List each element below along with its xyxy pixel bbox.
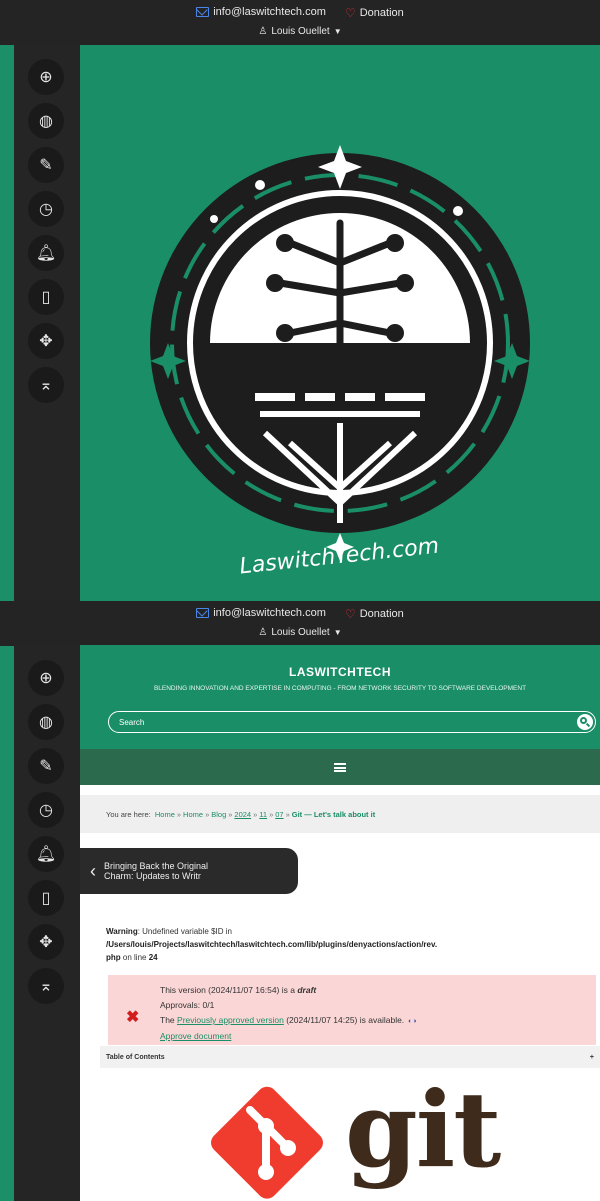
search-input[interactable] xyxy=(109,712,539,733)
user-icon: ♙ xyxy=(258,627,268,638)
previous-version-link[interactable]: Previously approved version xyxy=(177,1015,284,1025)
top-utility-bar-2: info@laswitchtech.com ♡ Donation ♙ Louis… xyxy=(0,601,600,646)
git-wordmark: git xyxy=(345,1068,501,1191)
breadcrumb-item[interactable]: 07 xyxy=(275,810,283,819)
laswitchtech-logo: LaswitchTech.com xyxy=(150,145,530,579)
site-header: LASWITCHTECH BLENDING INNOVATION AND EXP… xyxy=(80,645,600,785)
table-of-contents[interactable]: Table of Contents + xyxy=(100,1046,600,1068)
sidebar: ⊕ ◍ ✎ ◷ 🔔︎ ▯ ✥ ⌅ xyxy=(0,45,80,601)
sidebar-buttons: ⊕ ◍ ✎ ◷ 🔔︎ ▯ ✥ ⌅ xyxy=(28,660,64,1012)
edit-icon[interactable]: ✎ xyxy=(28,147,64,183)
php-warning: Warning: Undefined variable $ID in /User… xyxy=(106,927,438,962)
move-icon[interactable]: ✥ xyxy=(28,323,64,359)
heart-icon: ♡ xyxy=(344,607,356,621)
user-menu[interactable]: ♙ Louis Ouellet ▼ xyxy=(258,627,341,638)
globe-icon[interactable]: ◍ xyxy=(28,704,64,740)
back-to-top-icon[interactable]: ⌅ xyxy=(28,367,64,403)
sidebar-buttons: ⊕ ◍ ✎ ◷ 🔔︎ ▯ ✥ ⌅ xyxy=(28,59,64,411)
breadcrumb-current: Git — Let's talk about it xyxy=(291,809,376,819)
breadcrumb-item[interactable]: Blog xyxy=(211,810,226,819)
pdf-icon[interactable]: ▯ xyxy=(28,880,64,916)
search-icon[interactable] xyxy=(577,714,593,730)
globe-icon[interactable]: ◍ xyxy=(28,103,64,139)
breadcrumb-item[interactable]: Home xyxy=(155,810,175,819)
breadcrumb-item[interactable]: Home xyxy=(183,810,203,819)
site-title[interactable]: LASWITCHTECH xyxy=(80,665,600,679)
bell-icon[interactable]: 🔔︎ xyxy=(28,836,64,872)
donation-link[interactable]: ♡ Donation xyxy=(345,7,404,19)
previous-page-link[interactable]: ‹ Bringing Back the Original Charm: Upda… xyxy=(80,848,298,894)
search-bar xyxy=(108,711,596,733)
edit-icon[interactable]: ✎ xyxy=(28,748,64,784)
add-icon[interactable]: ⊕ xyxy=(28,660,64,696)
top-utility-bar: info@laswitchtech.com ♡ Donation ♙ Louis… xyxy=(0,0,600,45)
email-link[interactable]: info@laswitchtech.com xyxy=(196,6,326,18)
pdf-icon[interactable]: ▯ xyxy=(28,279,64,315)
caret-down-icon: ▼ xyxy=(333,628,342,637)
nav-menu-bar xyxy=(80,749,600,785)
sidebar-2: ⊕ ◍ ✎ ◷ 🔔︎ ▯ ✥ ⌅ xyxy=(0,646,80,1201)
email-link[interactable]: info@laswitchtech.com xyxy=(196,607,326,619)
mail-icon xyxy=(196,608,210,618)
toc-toggle-icon[interactable]: + xyxy=(590,1054,594,1061)
site-tagline: BLENDING INNOVATION AND EXPERTISE IN COM… xyxy=(153,685,527,692)
chevron-left-icon: ‹ xyxy=(90,860,96,881)
user-icon: ♙ xyxy=(258,26,268,37)
add-icon[interactable]: ⊕ xyxy=(28,59,64,95)
move-icon[interactable]: ✥ xyxy=(28,924,64,960)
diff-icon[interactable]: ◐◑ xyxy=(408,1018,416,1025)
bell-icon[interactable]: 🔔︎ xyxy=(28,235,64,271)
hamburger-menu-icon[interactable] xyxy=(334,762,346,772)
history-icon[interactable]: ◷ xyxy=(28,792,64,828)
git-logo-icon xyxy=(211,1086,323,1199)
back-to-top-icon[interactable]: ⌅ xyxy=(28,968,64,1004)
site-logo-area: LaswitchTech.com xyxy=(80,45,600,601)
heart-icon: ♡ xyxy=(344,6,356,20)
approval-notice: ✖ This version (2024/11/07 16:54) is a d… xyxy=(108,975,596,1045)
donation-link[interactable]: ♡ Donation xyxy=(345,608,404,620)
breadcrumb-item[interactable]: 11 xyxy=(259,810,267,819)
history-icon[interactable]: ◷ xyxy=(28,191,64,227)
user-menu[interactable]: ♙ Louis Ouellet ▼ xyxy=(258,26,341,37)
mail-icon xyxy=(196,7,210,17)
approve-document-link[interactable]: Approve document xyxy=(160,1031,231,1041)
caret-down-icon: ▼ xyxy=(333,27,342,36)
close-icon: ✖ xyxy=(126,1009,140,1026)
breadcrumb: You are here: Home» Home» Blog» 2024» 11… xyxy=(80,795,600,833)
breadcrumb-item[interactable]: 2024 xyxy=(234,810,251,819)
